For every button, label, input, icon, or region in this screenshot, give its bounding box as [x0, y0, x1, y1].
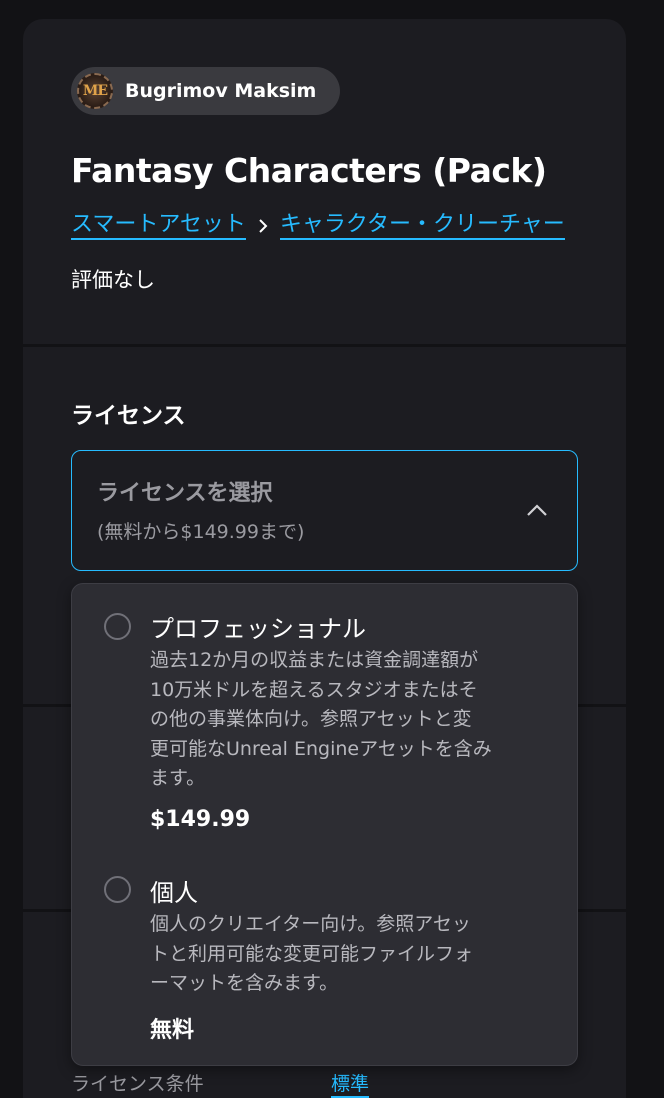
- avatar-monogram: ME: [82, 83, 108, 99]
- description-line: 過去12か月の収益または資金調達額が: [150, 649, 479, 671]
- description-line: の他の事業体向け。参照アセットと変: [150, 708, 472, 730]
- product-title: Fantasy Characters (Pack): [71, 151, 547, 190]
- description-line: 個人のクリエイター向け。参照アセッ: [150, 913, 471, 935]
- license-select-subtitle: (無料から$149.99まで): [97, 521, 305, 543]
- license-select[interactable]: ライセンスを選択 (無料から$149.99まで): [71, 450, 578, 571]
- license-option-name: 個人: [150, 879, 198, 907]
- radio-button[interactable]: [104, 613, 131, 640]
- license-dropdown: プロフェッショナル 過去12か月の収益または資金調達額が 10万米ドルを超えるス…: [71, 583, 578, 1066]
- license-terms-label: ライセンス条件: [71, 1073, 204, 1095]
- section-divider: [23, 344, 626, 347]
- license-option-price: $149.99: [150, 807, 251, 832]
- license-select-title: ライセンスを選択: [97, 481, 273, 506]
- breadcrumb-link-smart-assets[interactable]: スマートアセット: [71, 212, 246, 240]
- license-option-description: 個人のクリエイター向け。参照アセッ トと利用可能な変更可能ファイルフォ ーマット…: [150, 910, 550, 999]
- chevron-right-icon: [246, 217, 280, 235]
- description-line: 10万米ドルを超えるスタジオまたはそ: [150, 678, 478, 701]
- breadcrumb: スマートアセット キャラクター・クリーチャー: [71, 212, 565, 240]
- description-line: ーマットを含みます。: [150, 972, 339, 994]
- license-terms-link[interactable]: 標準: [331, 1069, 370, 1098]
- description-line: ます。: [150, 767, 206, 789]
- license-option-price: 無料: [150, 1018, 195, 1043]
- license-heading: ライセンス: [71, 403, 186, 429]
- license-option-name: プロフェッショナル: [150, 615, 366, 643]
- seller-avatar-icon: ME: [77, 73, 113, 109]
- rating-text: 評価なし: [71, 268, 155, 292]
- seller-chip[interactable]: ME Bugrimov Maksim: [71, 67, 341, 115]
- description-line: 更可能なUnreal Engineアセットを含み: [150, 737, 492, 760]
- chevron-up-icon: [525, 499, 549, 523]
- radio-button[interactable]: [104, 876, 131, 903]
- seller-name: Bugrimov Maksim: [125, 80, 317, 102]
- breadcrumb-link-characters[interactable]: キャラクター・クリーチャー: [279, 212, 565, 240]
- description-line: トと利用可能な変更可能ファイルフォ: [150, 942, 474, 965]
- license-option-description: 過去12か月の収益または資金調達額が 10万米ドルを超えるスタジオまたはそ の他…: [150, 646, 550, 794]
